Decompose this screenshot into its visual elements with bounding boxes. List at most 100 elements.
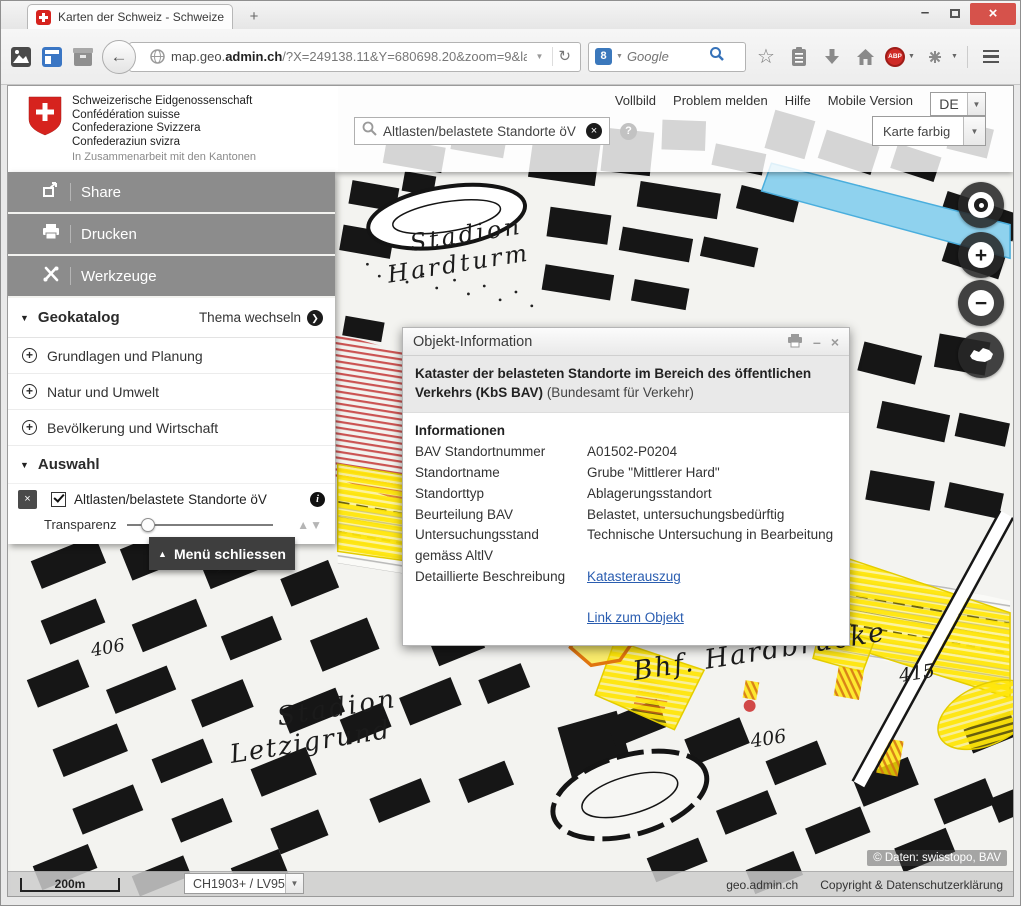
auswahl-header[interactable]: ▼ Auswahl [8, 446, 335, 484]
archive-addon-icon[interactable] [71, 45, 95, 69]
link-vollbild[interactable]: Vollbild [615, 93, 656, 108]
help-icon[interactable]: ? [620, 123, 637, 140]
info-row: Detaillierte BeschreibungKatasterauszug [415, 567, 837, 588]
layer-order-arrows[interactable]: ▲▼ [297, 518, 323, 532]
layer-search-box[interactable]: × [354, 117, 610, 145]
menu-hamburger-icon[interactable] [977, 50, 1005, 64]
geokatalog-collapse-icon[interactable]: ▼ [20, 313, 29, 323]
info-row: Untersuchungsstand gemäss AltlVTechnisch… [415, 525, 837, 567]
swiss-cross-favicon [36, 10, 51, 25]
geolocate-button[interactable] [958, 182, 1004, 228]
geokatalog-title: Geokatalog [38, 309, 199, 326]
info-row: StandortnameGrube "Mittlerer Hard" [415, 463, 837, 484]
share-label: Share [81, 184, 121, 201]
url-bar[interactable]: map.geo.admin.ch/?X=249138.11&Y=680698.2… [129, 42, 581, 72]
tools-button[interactable]: Werkzeuge [8, 256, 335, 296]
zoom-in-button[interactable]: + [958, 232, 1004, 278]
layer-checkbox[interactable] [51, 492, 66, 507]
printer-icon [42, 224, 60, 244]
copyright-link[interactable]: Copyright & Datenschutzerklärung [820, 878, 1003, 892]
window-maximize-button[interactable] [940, 3, 970, 25]
menu-close-button[interactable]: ▲ Menü schliessen [149, 537, 295, 570]
addon-caret-icon[interactable]: ▼ [951, 53, 958, 60]
print-label: Drucken [81, 226, 137, 243]
globe-icon [150, 49, 165, 64]
change-topic-link[interactable]: Thema wechseln ❯ [199, 310, 323, 326]
adblock-icon[interactable]: ABP [885, 47, 905, 67]
geoadmin-link[interactable]: geo.admin.ch [726, 878, 798, 892]
window-minimize-button[interactable]: – [910, 3, 940, 25]
reload-button[interactable]: ↻ [552, 47, 576, 66]
info-row: BAV StandortnummerA01502-P0204 [415, 442, 837, 463]
addon-splat-icon[interactable] [922, 44, 948, 70]
link-hilfe[interactable]: Hilfe [785, 93, 811, 108]
catalog-item-bevoelkerung[interactable]: + Bevölkerung und Wirtschaft [8, 410, 335, 446]
map-attribution[interactable]: © Daten: swisstopo, BAV [867, 850, 1007, 866]
browser-search-bar[interactable]: 8 ▼ [588, 42, 746, 72]
search-clear-icon[interactable]: × [586, 123, 602, 139]
expand-icon[interactable]: + [22, 348, 37, 363]
map-application: Stadion Hardturm Bhf. Hardbrücke Stadion… [7, 85, 1014, 897]
info-row: Link zum Objekt [415, 608, 837, 629]
adblock-caret-icon[interactable]: ▼ [908, 53, 915, 60]
layer-name[interactable]: Altlasten/belastete Standorte öV [74, 492, 302, 507]
default-extent-button[interactable] [958, 332, 1004, 378]
maximize-icon [950, 9, 960, 18]
geolocate-icon [974, 198, 988, 212]
object-link[interactable]: Link zum Objekt [587, 610, 684, 625]
new-tab-button[interactable]: + [241, 7, 267, 27]
home-icon[interactable] [852, 44, 878, 70]
url-text[interactable]: map.geo.admin.ch/?X=249138.11&Y=680698.2… [171, 49, 527, 64]
remove-layer-button[interactable]: × [18, 490, 37, 509]
window-close-button[interactable]: × [970, 3, 1016, 25]
arrow-right-icon: ❯ [307, 310, 323, 326]
browser-search-input[interactable] [627, 49, 705, 64]
info-row: Beurteilung BAVBelastet, untersuchungsbe… [415, 505, 837, 526]
share-button[interactable]: Share [8, 172, 335, 212]
clipboard-icon[interactable] [786, 44, 812, 70]
katasterauszug-link[interactable]: Katasterauszug [587, 569, 681, 584]
projection-caret-icon: ▼ [285, 874, 303, 893]
print-button[interactable]: Drucken [8, 214, 335, 254]
link-mobile-version[interactable]: Mobile Version [828, 93, 913, 108]
popup-minimize-button[interactable]: – [813, 335, 821, 349]
downloads-icon[interactable] [819, 44, 845, 70]
zoom-in-icon: + [968, 242, 994, 268]
auswahl-collapse-icon[interactable]: ▼ [20, 460, 29, 470]
bottom-bar: 200m CH1903+ / LV95 ▼ geo.admin.ch Copyr… [8, 871, 1013, 896]
bookmark-star-icon[interactable]: ☆ [753, 44, 779, 70]
layer-info-icon[interactable]: i [310, 492, 325, 507]
cooperation-note: In Zusammenarbeit mit den Kantonen [72, 151, 256, 163]
map-style-select[interactable]: Karte farbig ▼ [872, 116, 986, 146]
zoom-out-button[interactable]: − [958, 280, 1004, 326]
magnifier-icon[interactable] [709, 46, 725, 67]
menu-close-label: Menü schliessen [174, 546, 286, 562]
url-dropdown-icon[interactable]: ▼ [533, 52, 547, 61]
search-engine-caret-icon[interactable]: ▼ [616, 53, 623, 60]
scale-bar: 200m [20, 878, 120, 892]
browser-navbar: ← map.geo.admin.ch/?X=249138.11&Y=680698… [1, 29, 1020, 85]
toolbar-separator [967, 46, 968, 68]
slider-thumb[interactable] [141, 518, 155, 532]
transparency-slider[interactable] [127, 518, 288, 532]
layer-search-input[interactable] [383, 124, 580, 139]
language-select[interactable]: DE ▼ [930, 92, 986, 116]
catalog-item-natur[interactable]: + Natur und Umwelt [8, 374, 335, 410]
screenshot-addon-icon[interactable] [9, 45, 33, 69]
window-addon-icon[interactable] [40, 45, 64, 69]
projection-select[interactable]: CH1903+ / LV95 ▼ [184, 873, 304, 894]
popup-close-button[interactable]: × [831, 335, 839, 349]
zoom-out-icon: − [968, 290, 994, 316]
link-problem-melden[interactable]: Problem melden [673, 93, 768, 108]
back-button[interactable]: ← [102, 40, 136, 74]
expand-icon[interactable]: + [22, 420, 37, 435]
catalog-item-grundlagen[interactable]: + Grundlagen und Planung [8, 338, 335, 374]
expand-icon[interactable]: + [22, 384, 37, 399]
info-row: StandorttypAblagerungsstandort [415, 484, 837, 505]
popup-titlebar[interactable]: Objekt-Information – × [403, 328, 849, 356]
browser-titlebar: Karten der Schweiz - Schweize... + – × [1, 1, 1020, 29]
browser-tab[interactable]: Karten der Schweiz - Schweize... [27, 4, 233, 29]
popup-print-icon[interactable] [787, 334, 803, 350]
popup-title: Objekt-Information [413, 334, 777, 350]
geokatalog-header[interactable]: ▼ Geokatalog Thema wechseln ❯ [8, 298, 335, 338]
